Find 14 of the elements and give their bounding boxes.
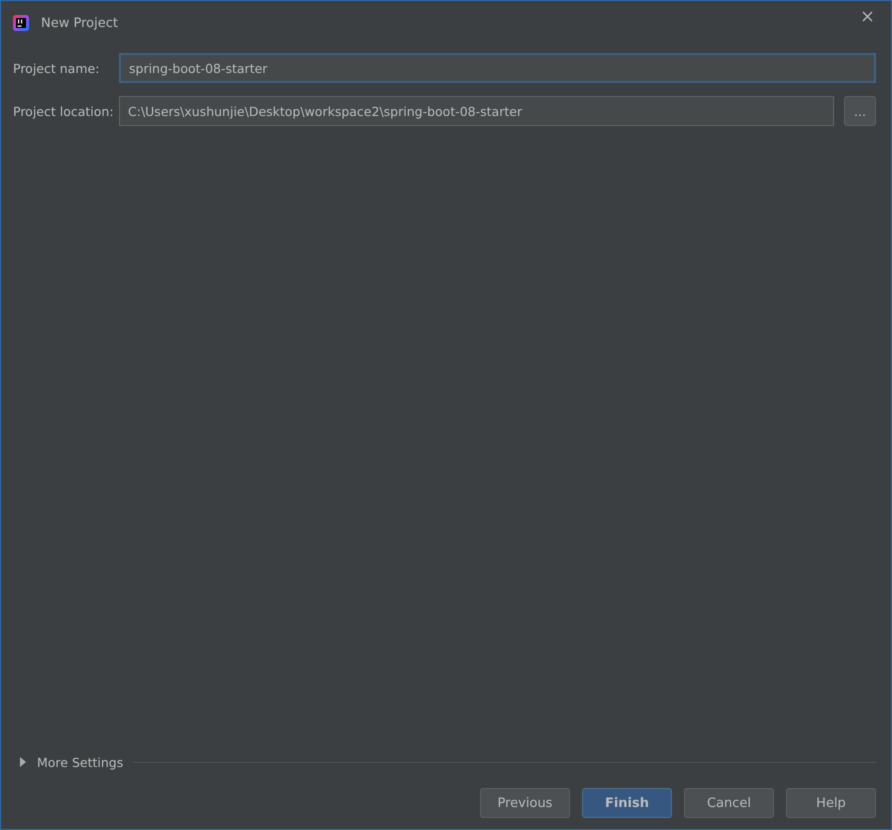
app-logo-icon (13, 15, 29, 31)
field-label: Project name: (13, 60, 100, 76)
triangle-icon (19, 757, 26, 767)
dialog-button[interactable]: Cancel (684, 788, 774, 818)
dialog-button[interactable]: Previous (480, 788, 570, 818)
window-title: New Project (41, 16, 119, 30)
field-label: Project location: (13, 104, 111, 118)
close-icon[interactable] (862, 10, 873, 22)
dialog-button[interactable]: Finish (582, 788, 672, 818)
text-field[interactable]: C:\Users\xushunjie\Desktop\workspace2\spring-boot-08-starter (119, 96, 834, 126)
browse-button[interactable]: ... (844, 96, 876, 126)
more-settings-toggle[interactable]: More Settings (19, 754, 124, 770)
dialog-button[interactable]: Help (786, 788, 876, 818)
text-field[interactable]: spring-boot-08-starter (119, 53, 876, 83)
